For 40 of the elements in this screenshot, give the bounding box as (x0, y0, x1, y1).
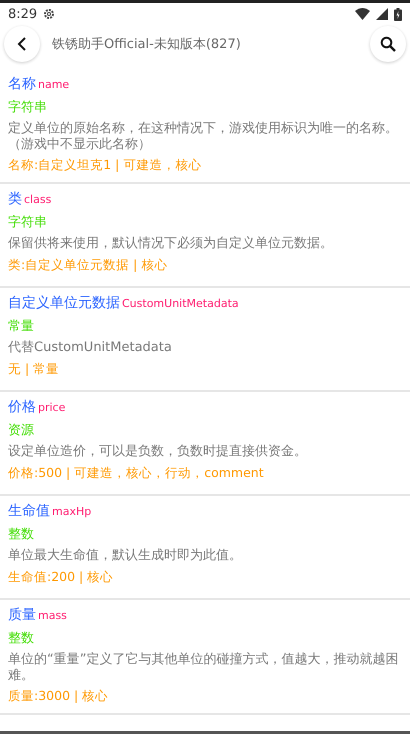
field-title: 质量 (8, 606, 36, 624)
field-title: 生命值 (8, 502, 50, 520)
field-description: 单位的“重量”定义了它与其他单位的碰撞方式，值越大，推动就越困难。 (8, 652, 400, 684)
field-title: 名称 (8, 75, 36, 93)
wifi-icon (355, 8, 370, 20)
field-title: 类 (8, 190, 22, 208)
field-key: CustomUnitMetadata (122, 297, 239, 310)
settings-icon (43, 8, 56, 20)
status-time: 8:29 (8, 6, 38, 22)
field-type: 字符串 (8, 99, 48, 116)
field-key: mass (38, 609, 67, 622)
field-example: 类:自定义单位元数据 | 核心 (8, 256, 168, 274)
field-example: 价格:500 | 可建造，核心，行动，comment (8, 464, 265, 482)
field-description: 定义单位的原始名称，在这种情况下，游戏使用标识为唯一的名称。（游戏中不显示此名称） (8, 121, 399, 152)
toolbar-title: 铁锈助手Official-未知版本(827) (51, 36, 242, 53)
field-title: 价格 (8, 398, 36, 416)
field-example: 无 | 常量 (8, 360, 60, 378)
field-key: name (38, 78, 70, 91)
field-description: 单位最大生命值，默认生成时即为此值。 (8, 548, 243, 564)
search-icon (380, 36, 396, 52)
field-description: 保留供将来使用，默认情况下必须为自定义单位元数据。 (8, 236, 334, 252)
field-type: 字符串 (8, 214, 48, 232)
field-key: maxHp (52, 505, 92, 518)
field-type: 整数 (8, 526, 35, 544)
field-example: 质量:3000 | 核心 (8, 688, 110, 706)
field-key: class (24, 193, 52, 206)
back-button[interactable] (4, 26, 40, 62)
field-description: 代替CustomUnitMetadata (8, 340, 173, 356)
field-type: 资源 (8, 422, 35, 440)
field-description: 设定单位造价，可以是负数，负数时提直接供资金。 (8, 444, 308, 460)
search-button[interactable] (370, 26, 406, 62)
field-example: 名称:自定义坦克1 | 可建造，核心 (8, 157, 202, 174)
field-title: 自定义单位元数据 (8, 294, 120, 312)
field-example: 生命值:200 | 核心 (8, 568, 114, 586)
field-type: 整数 (8, 630, 35, 648)
field-key: price (38, 401, 66, 414)
signal-icon (376, 8, 388, 20)
field-type: 常量 (8, 318, 35, 336)
battery-icon (394, 8, 402, 20)
back-icon (17, 37, 27, 51)
